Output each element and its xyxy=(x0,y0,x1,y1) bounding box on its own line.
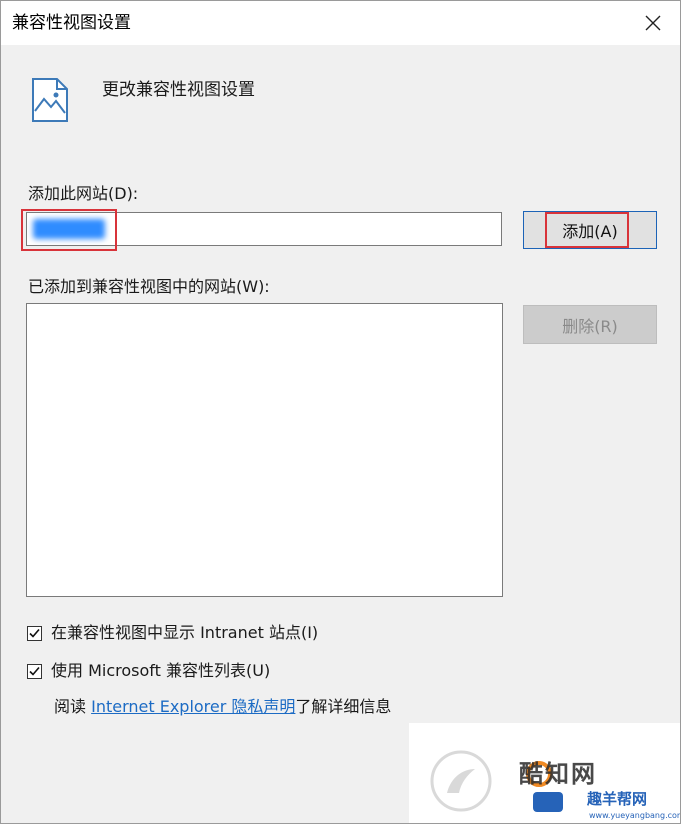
privacy-statement-link[interactable]: Internet Explorer 隐私声明 xyxy=(91,697,295,716)
privacy-suffix: 了解详细信息 xyxy=(295,697,392,716)
watermark-site-name: 趣羊帮网 xyxy=(587,790,648,808)
privacy-text: 阅读 Internet Explorer 隐私声明了解详细信息 xyxy=(54,696,391,718)
added-sites-label: 已添加到兼容性视图中的网站(W): xyxy=(28,277,270,296)
title-bar: 兼容性视图设置 xyxy=(1,1,680,45)
watermark-brand: 酷知网 xyxy=(519,760,597,788)
checkmark-icon xyxy=(29,628,40,638)
remove-button: 删除(R) xyxy=(523,305,657,344)
compatibility-view-dialog: 兼容性视图设置 更改兼容性视图设置 添加此网站(D): abc.com 添加(A… xyxy=(0,0,681,824)
watermark-swirl-icon xyxy=(430,750,492,812)
added-sites-list[interactable] xyxy=(26,303,503,597)
intranet-checkbox[interactable] xyxy=(27,625,42,641)
window-title: 兼容性视图设置 xyxy=(12,13,131,33)
document-image-icon xyxy=(32,78,68,122)
header-text: 更改兼容性视图设置 xyxy=(102,80,255,100)
microsoft-list-option[interactable]: 使用 Microsoft 兼容性列表(U) xyxy=(27,660,270,682)
privacy-prefix: 阅读 xyxy=(54,697,92,716)
intranet-option-label: 在兼容性视图中显示 Intranet 站点(I) xyxy=(51,623,319,642)
checkmark-icon xyxy=(29,666,40,676)
microsoft-list-checkbox[interactable] xyxy=(27,663,42,679)
add-button-highlight-box xyxy=(545,212,629,248)
close-button[interactable] xyxy=(640,10,666,36)
show-intranet-option[interactable]: 在兼容性视图中显示 Intranet 站点(I) xyxy=(27,622,318,644)
watermark-url: www.yueyangbang.com xyxy=(589,811,681,820)
close-icon xyxy=(645,15,661,31)
input-highlight-box xyxy=(21,209,117,251)
microsoft-list-label: 使用 Microsoft 兼容性列表(U) xyxy=(51,661,271,680)
add-site-label: 添加此网站(D): xyxy=(28,184,139,203)
